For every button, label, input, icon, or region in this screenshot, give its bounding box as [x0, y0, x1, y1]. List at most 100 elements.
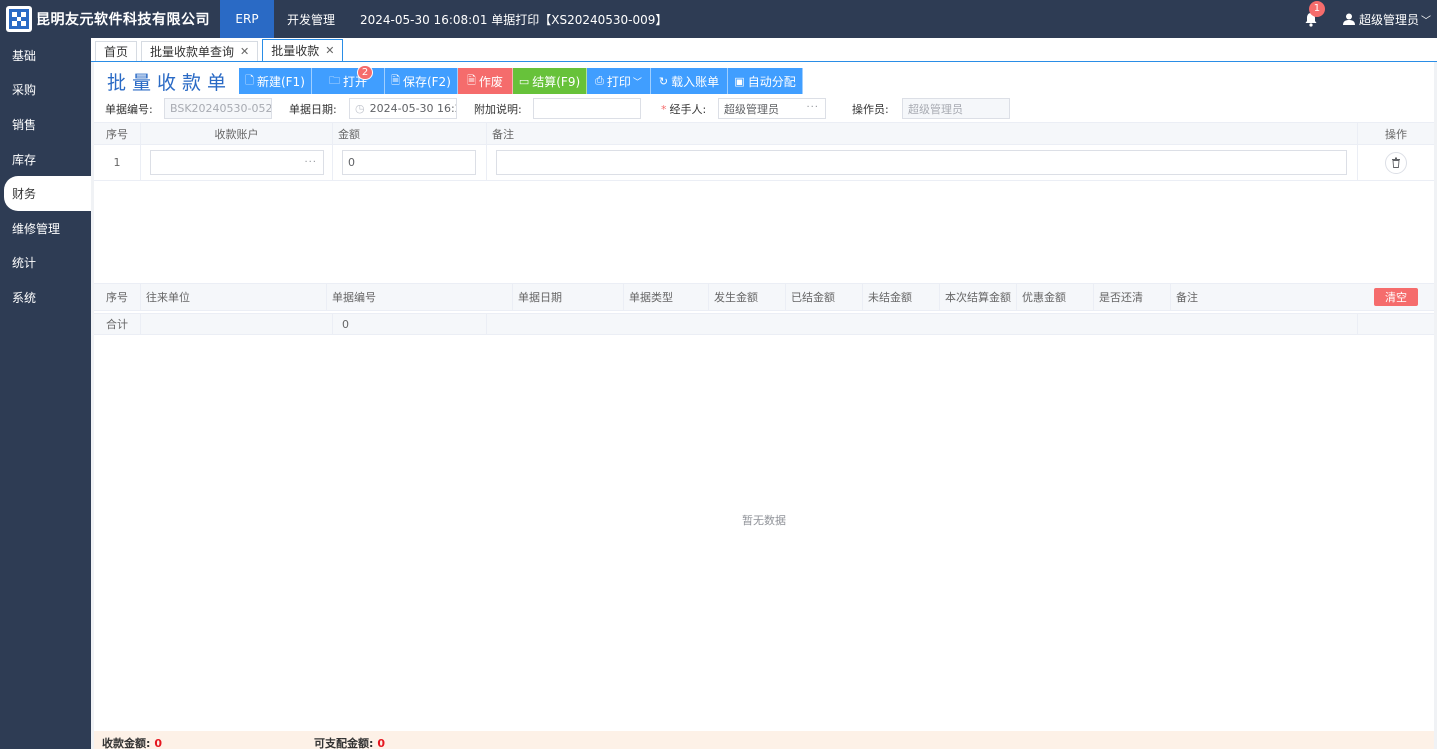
header-unsettled: 未结金额	[863, 284, 940, 310]
header-action: 操作	[1385, 127, 1407, 141]
amount-input[interactable]: 0	[342, 150, 476, 175]
tab-label: 批量收款单查询	[150, 45, 235, 59]
file-icon: 🗋	[245, 73, 254, 87]
load-label: 载入账单	[671, 74, 720, 89]
header-doc-date: 单据日期	[513, 284, 624, 310]
note-field[interactable]	[533, 98, 641, 119]
top-bar: 昆明友元软件科技有限公司 ERP 开发管理 2024-05-30 16:08:0…	[0, 0, 1437, 38]
status-info: 2024-05-30 16:08:01 单据打印【XS20240530-009】	[360, 12, 668, 27]
handler-value: 超级管理员	[724, 102, 779, 116]
new-label: 新建(F1)	[256, 74, 305, 89]
doc-no-label: 单据编号:	[105, 103, 153, 116]
handler-field[interactable]: 超级管理员 ···	[718, 98, 826, 119]
header-this-settle: 本次结算金额	[940, 284, 1017, 310]
save-button[interactable]: 🗎 保存(F2)	[385, 68, 458, 94]
table-row: 1 ··· 0	[94, 145, 1434, 181]
doc-no-field[interactable]: BSK20240530-052	[164, 98, 272, 119]
clear-button[interactable]: 清空	[1374, 288, 1418, 306]
void-button[interactable]: 🗎 作废	[458, 68, 513, 94]
company-name: 昆明友元软件科技有限公司	[36, 12, 210, 28]
more-icon[interactable]: ···	[304, 157, 317, 168]
close-icon[interactable]: ✕	[325, 44, 334, 57]
delete-row-button[interactable]	[1385, 151, 1407, 174]
header-account: 收款账户	[141, 123, 333, 144]
sidebar-item-finance[interactable]: 财务	[4, 176, 91, 211]
print-button[interactable]: ⎙ 打印 ﹀	[587, 68, 651, 94]
sidebar-item-repair[interactable]: 维修管理	[0, 211, 91, 246]
save-icon: 🗎	[391, 73, 400, 87]
summary-footer: 收款金额: 0 可支配金额: 0	[94, 731, 1434, 749]
user-menu[interactable]: 超级管理员 ﹀	[1342, 11, 1437, 28]
grid-header: 序号 收款账户 金额 备注 操作	[94, 123, 1434, 145]
account-input[interactable]: ···	[150, 150, 324, 175]
header-settled: 已结金额	[786, 284, 863, 310]
refresh-icon: ↻	[658, 74, 669, 88]
nav-tab-dev[interactable]: 开发管理	[274, 0, 348, 38]
sidebar-item-inventory[interactable]: 库存	[0, 142, 91, 177]
more-icon[interactable]: ···	[806, 102, 819, 113]
account-grid: 序号 收款账户 金额 备注 操作 1 ··· 0 合计 0	[94, 122, 1434, 335]
auto-label: 自动分配	[747, 74, 796, 89]
settle-label: 结算(F9)	[532, 74, 581, 89]
sidebar-item-purchase[interactable]: 采购	[0, 73, 91, 108]
print-label: 打印	[606, 74, 631, 89]
available-value: 0	[377, 737, 386, 749]
header-remark: 备注	[1176, 291, 1198, 304]
received-amount: 收款金额: 0	[102, 737, 163, 749]
open-button[interactable]: 🗀 打开 2	[312, 65, 385, 94]
clock-icon: ◷	[355, 102, 365, 115]
header-amount: 发生金额	[709, 284, 786, 310]
tab-batch-receipt[interactable]: 批量收款 ✕	[262, 39, 344, 61]
header-remark: 备注	[487, 123, 1358, 144]
document-icon: 🗎	[467, 73, 476, 87]
logo-icon	[6, 6, 32, 32]
header-doc-no: 单据编号	[327, 284, 513, 310]
header-discount: 优惠金额	[1017, 284, 1094, 310]
header-seq: 序号	[94, 123, 141, 144]
page-tabs: 首页 批量收款单查询 ✕ 批量收款 ✕	[91, 38, 1437, 62]
user-name: 超级管理员	[1358, 12, 1419, 27]
new-button[interactable]: 🗋 新建(F1)	[239, 68, 312, 94]
tab-batch-query[interactable]: 批量收款单查询 ✕	[141, 41, 259, 61]
save-label: 保存(F2)	[402, 74, 451, 89]
header-seq: 序号	[94, 284, 141, 310]
header-paid-off: 是否还清	[1094, 284, 1171, 310]
sidebar-item-basic[interactable]: 基础	[0, 38, 91, 73]
page-title: 批量收款单	[107, 71, 233, 94]
tab-label: 首页	[104, 45, 129, 59]
tab-label: 批量收款	[271, 44, 320, 58]
nav-tab-erp[interactable]: ERP	[220, 0, 274, 38]
user-icon	[1342, 13, 1355, 25]
sidebar: 基础 采购 销售 库存 财务 维修管理 统计 系统	[0, 38, 91, 749]
settle-button[interactable]: ▭ 结算(F9)	[513, 68, 587, 94]
company-logo[interactable]: 昆明友元软件科技有限公司	[0, 0, 220, 38]
note-label: 附加说明:	[474, 103, 522, 116]
trash-icon	[1392, 157, 1400, 168]
main-content: 批量收款单 🗋 新建(F1) 🗀 打开 2 🗎 保存(F2) 🗎 作废 ▭ 结算(F9) ⎙…	[94, 62, 1434, 749]
sidebar-item-sales[interactable]: 销售	[0, 107, 91, 142]
close-icon[interactable]: ✕	[240, 45, 249, 58]
sidebar-item-system[interactable]: 系统	[0, 280, 91, 315]
sidebar-item-stats[interactable]: 统计	[0, 246, 91, 281]
remark-input[interactable]	[496, 150, 1347, 175]
header-doc-type: 单据类型	[624, 284, 709, 310]
date-value: 2024-05-30 16:29:	[369, 102, 456, 115]
trash-icon: ▣	[734, 74, 745, 88]
header-partner: 往来单位	[141, 284, 327, 310]
bills-grid: 序号 往来单位 单据编号 单据日期 单据类型 发生金额 已结金额 未结金额 本次…	[94, 283, 1434, 729]
date-field[interactable]: ◷ 2024-05-30 16:29:	[349, 98, 457, 119]
empty-state: 暂无数据	[742, 514, 786, 527]
printer-icon: ⎙	[595, 74, 604, 87]
row-seq: 1	[94, 145, 141, 180]
auto-allocate-button[interactable]: ▣ 自动分配	[728, 68, 803, 94]
grid-header: 序号 往来单位 单据编号 单据日期 单据类型 发生金额 已结金额 未结金额 本次…	[94, 284, 1434, 311]
date-label: 单据日期:	[289, 103, 337, 116]
operator-field: 超级管理员	[902, 98, 1010, 119]
available-amount: 可支配金额: 0	[314, 737, 386, 749]
notification-button[interactable]: 1	[1301, 1, 1325, 29]
chevron-down-icon: ﹀	[632, 77, 642, 88]
chevron-down-icon: ﹀	[1421, 15, 1431, 27]
tab-home[interactable]: 首页	[95, 41, 138, 61]
received-value: 0	[154, 737, 163, 749]
load-bills-button[interactable]: ↻ 载入账单	[651, 68, 728, 94]
